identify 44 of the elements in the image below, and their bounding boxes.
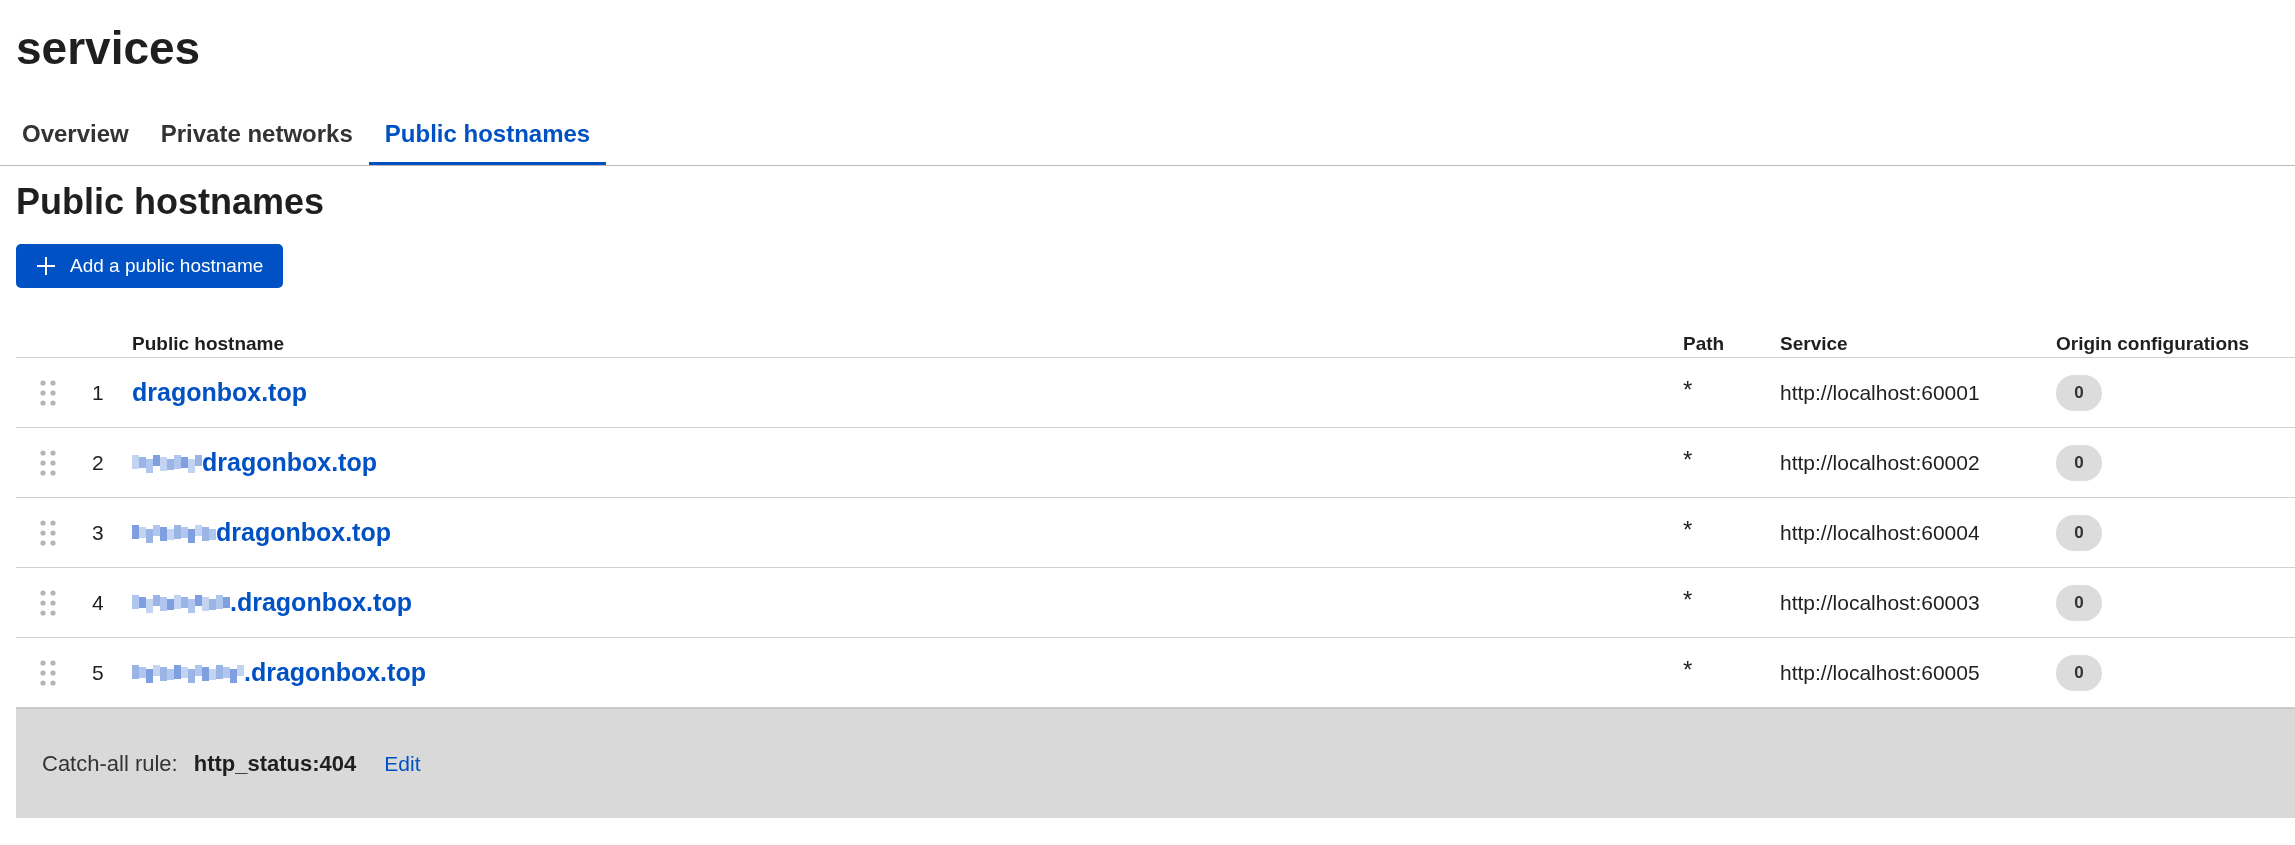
table-cell-text: http://localhost:60002 — [1780, 449, 1981, 476]
column-header: Origin configurations — [2056, 332, 2251, 356]
count-badge: 0 — [2056, 654, 2102, 691]
hostname-link[interactable]: dragonbox.top — [216, 513, 391, 552]
column-header: Public hostname — [132, 332, 286, 356]
hostname-link[interactable]: dragonbox.top — [202, 443, 377, 482]
catch-all-label: Catch-all rule: — [42, 750, 178, 778]
row-number: 5 — [91, 659, 105, 686]
drag-handle-icon[interactable] — [40, 449, 56, 476]
table-cell-text: * — [1683, 515, 1694, 545]
table-cell-text: http://localhost:60005 — [1780, 659, 1981, 686]
column-header: Service — [1780, 332, 1849, 356]
table-cell-text: * — [1683, 585, 1694, 615]
table-cell-text: http://localhost:60003 — [1780, 589, 1981, 616]
hostname-link[interactable]: .dragonbox.top — [244, 653, 426, 692]
drag-handle-icon[interactable] — [40, 519, 56, 546]
drag-handle-icon[interactable] — [40, 589, 56, 616]
add-hostname-button[interactable]: Add a public hostname — [16, 244, 284, 288]
count-badge: 0 — [2056, 374, 2102, 411]
table-cell-text: http://localhost:60004 — [1780, 519, 1981, 546]
drag-handle-icon[interactable] — [40, 379, 56, 406]
row-number: 3 — [91, 519, 105, 546]
page-title: services — [15, 21, 202, 76]
table-cell-text: * — [1683, 445, 1694, 475]
row-number: 1 — [91, 379, 105, 406]
hostname-link[interactable]: .dragonbox.top — [230, 583, 412, 622]
column-header: Path — [1683, 332, 1726, 356]
count-badge: 0 — [2056, 514, 2102, 551]
drag-handle-icon[interactable] — [40, 659, 56, 686]
section-title: Public hostnames — [15, 180, 326, 224]
plus-icon — [36, 256, 56, 276]
count-badge: 0 — [2056, 444, 2102, 481]
tab[interactable]: Private networks — [144, 116, 369, 165]
count-badge: 0 — [2056, 584, 2102, 621]
tab[interactable]: Overview — [6, 116, 145, 165]
tab[interactable]: Public hostnames — [368, 116, 607, 165]
hostname-link[interactable]: dragonbox.top — [132, 373, 307, 412]
table-cell-text: * — [1683, 375, 1694, 405]
edit-link[interactable]: Edit — [384, 747, 421, 780]
table-cell-text: http://localhost:60001 — [1780, 379, 1981, 406]
catch-all-value: http_status:404 — [193, 750, 357, 778]
row-number: 4 — [91, 589, 105, 616]
table-cell-text: * — [1683, 655, 1694, 685]
row-number: 2 — [91, 449, 105, 476]
